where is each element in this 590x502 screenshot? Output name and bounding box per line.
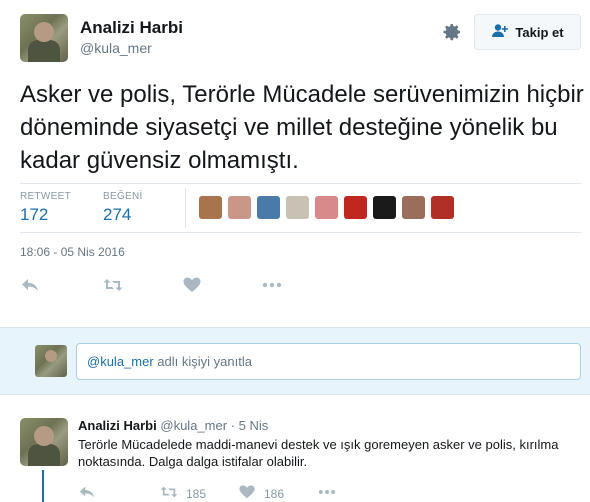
follow-label: Takip et	[515, 24, 564, 40]
liker-avatar[interactable]	[315, 196, 338, 219]
retweet-icon[interactable]	[103, 276, 123, 294]
reply-tweet-text: Terörle Mücadelede maddi-manevi destek v…	[78, 437, 559, 469]
reply-tweet-retweet-count: 185	[186, 486, 207, 501]
separator-dot: ·	[230, 418, 236, 433]
thread-line	[42, 470, 44, 502]
reply-icon	[78, 484, 96, 502]
reply-tweet-avatar[interactable]	[20, 418, 68, 466]
reply-tweet-author-name[interactable]: Analizi Harbi	[78, 418, 157, 433]
reply-tweet-author-handle[interactable]: @kula_mer	[160, 418, 227, 433]
author-avatar[interactable]	[20, 14, 68, 62]
reply-tweet-header: Analizi Harbi @kula_mer · 5 Nis	[78, 418, 268, 433]
liker-avatar[interactable]	[373, 196, 396, 219]
liker-avatar[interactable]	[199, 196, 222, 219]
divider	[185, 188, 186, 228]
reply-placeholder: adlı kişiyi yanıtla	[153, 354, 252, 369]
reply-mention: @kula_mer	[87, 354, 154, 369]
divider	[20, 183, 581, 184]
liker-avatar[interactable]	[431, 196, 454, 219]
liker-avatar[interactable]	[257, 196, 280, 219]
more-icon[interactable]	[262, 276, 282, 294]
more-icon	[318, 484, 336, 502]
viewer-avatar	[35, 345, 67, 377]
liker-avatar[interactable]	[402, 196, 425, 219]
like-label: BEĞENİ	[103, 191, 143, 202]
follow-button[interactable]: Takip et	[474, 14, 581, 50]
tweet-timestamp[interactable]: 18:06 - 05 Nis 2016	[20, 245, 125, 259]
reply-input[interactable]: @kula_mer adlı kişiyi yanıtla	[76, 343, 581, 380]
divider	[20, 232, 581, 233]
add-user-icon	[491, 23, 509, 42]
reply-tweet-more-button[interactable]	[318, 484, 336, 502]
liker-avatar[interactable]	[344, 196, 367, 219]
tweet-text: Asker ve polis, Terörle Mücadele serüven…	[20, 81, 584, 174]
retweet-label: RETWEET	[20, 191, 71, 202]
reply-tweet-retweet-button[interactable]: 185	[160, 484, 206, 502]
reply-tweet-like-count: 186	[264, 486, 285, 501]
like-count[interactable]: 274	[103, 205, 131, 225]
reply-tweet-date[interactable]: 5 Nis	[239, 418, 269, 433]
author-handle[interactable]: @kula_mer	[80, 40, 152, 56]
heart-icon	[238, 484, 256, 502]
author-name[interactable]: Analizi Harbi	[80, 18, 183, 38]
reply-tweet-like-button[interactable]: 186	[238, 484, 284, 502]
retweet-count[interactable]: 172	[20, 205, 48, 225]
gear-icon[interactable]	[442, 22, 462, 42]
liker-avatar[interactable]	[228, 196, 251, 219]
retweet-icon	[160, 484, 178, 502]
liker-avatar[interactable]	[286, 196, 309, 219]
reply-icon[interactable]	[20, 276, 40, 294]
heart-icon[interactable]	[182, 276, 202, 294]
reply-tweet-reply-button[interactable]	[78, 484, 96, 502]
